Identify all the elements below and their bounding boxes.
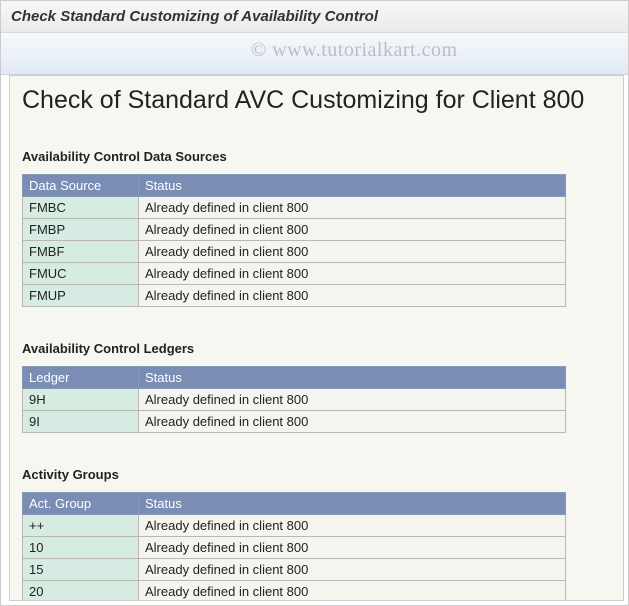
col-header-status: Status	[139, 175, 566, 197]
cell-status: Already defined in client 800	[139, 241, 566, 263]
table-row: 15Already defined in client 800	[23, 559, 566, 581]
cell-key: 15	[23, 559, 139, 581]
table-row: FMUCAlready defined in client 800	[23, 263, 566, 285]
window-title: Check Standard Customizing of Availabili…	[11, 8, 378, 25]
table-row: 9IAlready defined in client 800	[23, 411, 566, 433]
cell-key: 9H	[23, 389, 139, 411]
cell-key: FMUC	[23, 263, 139, 285]
cell-status: Already defined in client 800	[139, 285, 566, 307]
page-title: Check of Standard AVC Customizing for Cl…	[22, 86, 611, 115]
window-titlebar: Check Standard Customizing of Availabili…	[1, 1, 628, 33]
table-activity-groups: Act. Group Status ++Already defined in c…	[22, 492, 566, 601]
cell-key: FMBF	[23, 241, 139, 263]
cell-key: 9I	[23, 411, 139, 433]
table-header-row: Ledger Status	[23, 367, 566, 389]
table-row: FMBCAlready defined in client 800	[23, 197, 566, 219]
section-title-data-sources: Availability Control Data Sources	[22, 149, 611, 164]
table-row: FMBPAlready defined in client 800	[23, 219, 566, 241]
app-window: Check Standard Customizing of Availabili…	[0, 0, 629, 606]
cell-status: Already defined in client 800	[139, 581, 566, 602]
table-row: 10Already defined in client 800	[23, 537, 566, 559]
section-title-activity-groups: Activity Groups	[22, 467, 611, 482]
table-row: FMBFAlready defined in client 800	[23, 241, 566, 263]
cell-status: Already defined in client 800	[139, 263, 566, 285]
col-header-key: Data Source	[23, 175, 139, 197]
col-header-status: Status	[139, 367, 566, 389]
col-header-key: Act. Group	[23, 493, 139, 515]
cell-key: ++	[23, 515, 139, 537]
cell-status: Already defined in client 800	[139, 537, 566, 559]
cell-key: 20	[23, 581, 139, 602]
cell-key: FMBC	[23, 197, 139, 219]
cell-status: Already defined in client 800	[139, 197, 566, 219]
cell-key: FMBP	[23, 219, 139, 241]
cell-key: FMUP	[23, 285, 139, 307]
table-row: FMUPAlready defined in client 800	[23, 285, 566, 307]
cell-status: Already defined in client 800	[139, 515, 566, 537]
section-title-ledgers: Availability Control Ledgers	[22, 341, 611, 356]
table-header-row: Act. Group Status	[23, 493, 566, 515]
cell-status: Already defined in client 800	[139, 411, 566, 433]
toolbar: © www.tutorialkart.com	[1, 33, 628, 75]
table-row: ++Already defined in client 800	[23, 515, 566, 537]
table-row: 9HAlready defined in client 800	[23, 389, 566, 411]
content: Check of Standard AVC Customizing for Cl…	[10, 76, 623, 601]
cell-key: 10	[23, 537, 139, 559]
cell-status: Already defined in client 800	[139, 219, 566, 241]
table-header-row: Data Source Status	[23, 175, 566, 197]
content-frame: Check of Standard AVC Customizing for Cl…	[9, 75, 624, 601]
table-ledgers: Ledger Status 9HAlready defined in clien…	[22, 366, 566, 433]
table-data-sources: Data Source Status FMBCAlready defined i…	[22, 174, 566, 307]
cell-status: Already defined in client 800	[139, 559, 566, 581]
col-header-key: Ledger	[23, 367, 139, 389]
watermark-text: © www.tutorialkart.com	[251, 39, 458, 62]
table-row: 20Already defined in client 800	[23, 581, 566, 602]
cell-status: Already defined in client 800	[139, 389, 566, 411]
col-header-status: Status	[139, 493, 566, 515]
